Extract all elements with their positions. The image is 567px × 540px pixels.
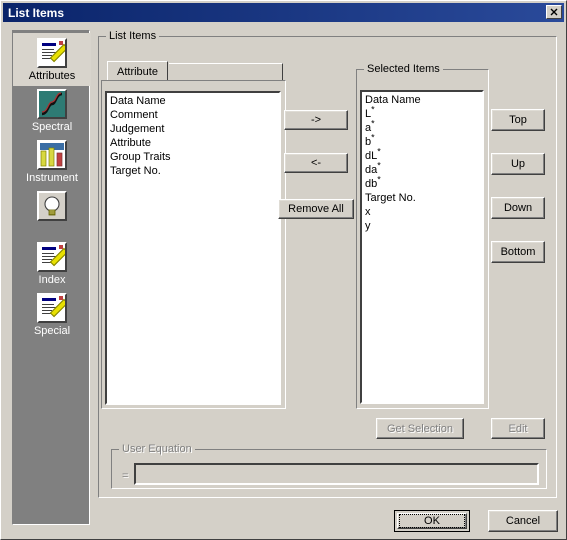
cancel-button[interactable]: Cancel bbox=[488, 510, 558, 532]
move-down-button[interactable]: Down bbox=[491, 197, 545, 219]
category-sidebar: Attributes Spectral Instrument Index Spe… bbox=[12, 30, 91, 525]
sidebar-item-spectral[interactable]: Spectral bbox=[13, 84, 91, 137]
list-item[interactable]: Target No. bbox=[109, 164, 279, 178]
close-glyph bbox=[550, 8, 558, 16]
sidebar-item-special[interactable]: Special bbox=[13, 288, 91, 341]
sidebar-item-instrument[interactable]: Instrument bbox=[13, 135, 91, 188]
move-top-label: Top bbox=[509, 114, 527, 126]
user-equation-caption: User Equation bbox=[119, 443, 195, 455]
sidebar-item-attributes[interactable]: Attributes bbox=[13, 33, 91, 86]
list-item[interactable]: x bbox=[364, 205, 482, 219]
remove-item-button[interactable]: <- bbox=[284, 153, 348, 173]
move-bottom-button[interactable]: Bottom bbox=[491, 241, 545, 263]
sidebar-item-index[interactable]: Index bbox=[13, 237, 91, 290]
list-item[interactable]: Target No. bbox=[364, 191, 482, 205]
edit-label: Edit bbox=[508, 422, 528, 435]
add-item-button[interactable]: -> bbox=[284, 110, 348, 130]
list-item[interactable]: Data Name bbox=[364, 93, 482, 107]
note-pencil-icon bbox=[37, 38, 67, 68]
tab-attribute[interactable]: Attribute bbox=[107, 61, 168, 81]
note-pencil-icon bbox=[37, 293, 67, 323]
list-item[interactable]: dL* bbox=[364, 147, 482, 163]
remove-item-label: <- bbox=[310, 157, 322, 169]
ok-button-inner: OK bbox=[397, 513, 467, 529]
move-top-button[interactable]: Top bbox=[491, 109, 545, 131]
tab-strip: Attribute bbox=[107, 61, 283, 81]
sidebar-item-lightbulb[interactable] bbox=[13, 186, 91, 227]
list-items-group-caption: List Items bbox=[106, 30, 160, 42]
list-item[interactable]: L* bbox=[364, 105, 482, 121]
window-title: List Items bbox=[8, 5, 65, 20]
cancel-label: Cancel bbox=[505, 515, 541, 527]
edit-button[interactable]: Edit bbox=[491, 418, 545, 439]
tab-strip-filler bbox=[169, 63, 283, 81]
note-pencil-icon bbox=[37, 242, 67, 272]
list-item[interactable]: y bbox=[364, 219, 482, 233]
sidebar-item-label: Index bbox=[38, 274, 66, 286]
get-selection-button[interactable]: Get Selection bbox=[376, 418, 464, 439]
sidebar-item-label: Special bbox=[33, 325, 71, 337]
move-down-label: Down bbox=[503, 202, 533, 214]
equals-label: = bbox=[122, 470, 129, 482]
list-item[interactable]: da* bbox=[364, 161, 482, 177]
get-selection-label: Get Selection bbox=[386, 422, 454, 435]
sidebar-item-label: Instrument bbox=[26, 172, 78, 184]
sidebar-item-label: Attributes bbox=[28, 70, 76, 82]
remove-all-label: Remove All bbox=[288, 203, 344, 215]
ok-button[interactable]: OK bbox=[394, 510, 470, 532]
list-item[interactable]: Group Traits bbox=[109, 150, 279, 164]
move-up-button[interactable]: Up bbox=[491, 153, 545, 175]
move-bottom-label: Bottom bbox=[500, 246, 536, 258]
list-item[interactable]: b* bbox=[364, 133, 482, 149]
user-equation-input[interactable] bbox=[134, 463, 539, 485]
title-bar: List Items bbox=[3, 3, 564, 22]
instrument-icon bbox=[37, 140, 67, 170]
list-items-dialog: List Items Attributes Spectral Instrumen… bbox=[0, 0, 567, 540]
close-icon[interactable] bbox=[546, 5, 562, 19]
list-item[interactable]: Comment bbox=[109, 108, 279, 122]
list-item[interactable]: Data Name bbox=[109, 94, 279, 108]
list-item[interactable]: a* bbox=[364, 119, 482, 135]
add-item-label: -> bbox=[310, 114, 322, 126]
selected-items-caption: Selected Items bbox=[364, 63, 443, 75]
lightbulb-icon bbox=[37, 191, 67, 221]
spectral-curve-icon bbox=[37, 89, 67, 119]
available-items-list[interactable]: Data Name Comment Judgement Attribute Gr… bbox=[105, 91, 281, 405]
list-item[interactable]: db* bbox=[364, 175, 482, 191]
tab-label: Attribute bbox=[117, 65, 158, 78]
ok-label: OK bbox=[424, 515, 440, 527]
move-up-label: Up bbox=[510, 158, 526, 170]
list-item[interactable]: Attribute bbox=[109, 136, 279, 150]
list-item[interactable]: Judgement bbox=[109, 122, 279, 136]
remove-all-button[interactable]: Remove All bbox=[278, 199, 354, 219]
sidebar-item-label: Spectral bbox=[31, 121, 73, 133]
selected-items-list[interactable]: Data Name L* a* b* dL* da* db* Target No… bbox=[360, 90, 484, 404]
